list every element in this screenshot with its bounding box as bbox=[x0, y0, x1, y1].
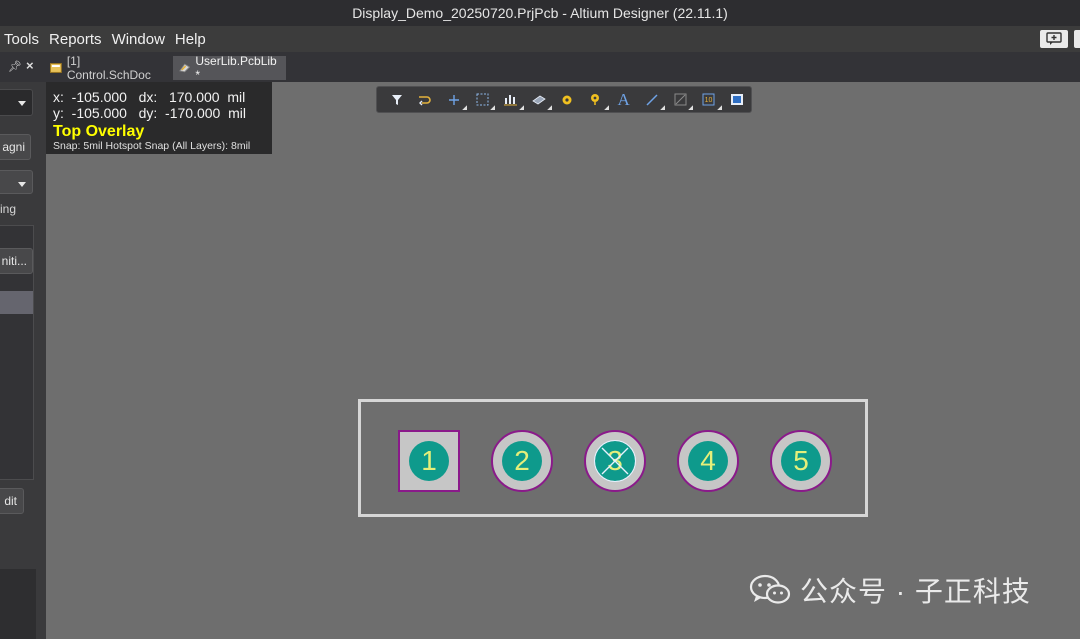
pad-4[interactable]: 4 bbox=[677, 430, 739, 492]
pad-designator: 4 bbox=[700, 445, 716, 476]
menu-reports[interactable]: Reports bbox=[44, 31, 107, 48]
pad-designator: 1 bbox=[421, 445, 437, 476]
dimension-icon bbox=[674, 93, 687, 106]
document-tab-bar: 📌︎ × [1] Control.SchDoc UserLib.PcbLib * bbox=[0, 52, 1080, 82]
region-button[interactable]: 10 bbox=[694, 89, 722, 111]
panel-label: ing bbox=[0, 202, 17, 216]
panel-selected-row[interactable] bbox=[0, 291, 33, 314]
menu-bar: Tools Reports Window Help bbox=[0, 26, 1080, 52]
pad-designator: 2 bbox=[514, 445, 530, 476]
add-button[interactable] bbox=[440, 89, 468, 111]
filter-button[interactable] bbox=[383, 89, 411, 111]
pcb-canvas[interactable] bbox=[46, 82, 1080, 639]
pad-5[interactable]: 5 bbox=[770, 430, 832, 492]
select-rect-button[interactable] bbox=[468, 89, 496, 111]
add-icon bbox=[448, 94, 459, 105]
tab-userlib-pcblib[interactable]: UserLib.PcbLib * bbox=[173, 54, 286, 82]
hud-coord-x: x: -105.000 dx: 170.000 mil bbox=[53, 89, 246, 105]
pad-3[interactable]: 3 bbox=[584, 430, 646, 492]
route-button[interactable] bbox=[411, 89, 439, 111]
tab-label: UserLib.PcbLib * bbox=[195, 54, 277, 82]
panel-bottom-area bbox=[0, 569, 36, 639]
panel-dropdown[interactable] bbox=[0, 89, 33, 116]
via-icon bbox=[562, 95, 572, 104]
pad-1[interactable]: 1 bbox=[398, 430, 460, 492]
via-button[interactable] bbox=[553, 89, 581, 111]
component-button[interactable] bbox=[525, 89, 553, 111]
panel-button-label: agni bbox=[2, 140, 25, 154]
line-icon bbox=[646, 93, 658, 106]
comment-plus-icon bbox=[1046, 32, 1062, 45]
panel-button-magnify[interactable]: agni bbox=[0, 134, 31, 160]
pad-designator: 5 bbox=[793, 445, 809, 476]
watermark: 公众号 · 子正科技 bbox=[748, 570, 1031, 610]
heads-up-display: x: -105.000 dx: 170.000 mil y: -105.000 … bbox=[46, 82, 272, 154]
board-button[interactable] bbox=[723, 89, 751, 111]
close-icon[interactable]: × bbox=[26, 58, 34, 73]
text-icon: A bbox=[617, 89, 630, 109]
pad-button[interactable] bbox=[581, 89, 609, 111]
select-rect-icon bbox=[476, 93, 489, 106]
wechat-icon bbox=[749, 574, 791, 604]
text-button[interactable]: A bbox=[610, 89, 638, 111]
panel-button-edit[interactable]: dit bbox=[0, 488, 24, 514]
left-panel: agni ing niti... dit bbox=[0, 82, 46, 639]
align-icon bbox=[503, 94, 517, 105]
hud-snap-info: Snap: 5mil Hotspot Snap (All Layers): 8m… bbox=[53, 140, 251, 152]
menu-help[interactable]: Help bbox=[170, 31, 211, 48]
window-title-bar: Display_Demo_20250720.PrjPcb - Altium De… bbox=[0, 0, 1080, 26]
board-icon bbox=[730, 94, 743, 105]
snap-cross-icon bbox=[601, 447, 629, 475]
panel-button-definition[interactable]: niti... bbox=[0, 248, 33, 274]
menu-window[interactable]: Window bbox=[107, 31, 170, 48]
route-icon bbox=[419, 95, 432, 105]
menu-tools[interactable]: Tools bbox=[0, 31, 44, 48]
hud-coord-y: y: -105.000 dy: -170.000 mil bbox=[53, 105, 246, 121]
pad-2[interactable]: 2 bbox=[491, 430, 553, 492]
panel-button-label: niti... bbox=[1, 254, 27, 268]
dimension-button[interactable] bbox=[666, 89, 694, 111]
tab-control-schdoc[interactable]: [1] Control.SchDoc bbox=[44, 54, 172, 82]
pcb-library-icon bbox=[179, 63, 191, 73]
align-button[interactable] bbox=[496, 89, 524, 111]
filter-icon bbox=[392, 94, 403, 105]
line-button[interactable] bbox=[638, 89, 666, 111]
pad-icon bbox=[591, 94, 600, 105]
feedback-button[interactable] bbox=[1040, 30, 1068, 48]
component-icon bbox=[531, 95, 546, 104]
active-bar-toolbar: A 10 bbox=[376, 86, 752, 113]
region-icon: 10 bbox=[702, 93, 715, 106]
watermark-text: 公众号 · 子正科技 bbox=[800, 576, 1031, 607]
menu-right-edge[interactable] bbox=[1074, 30, 1080, 48]
pin-icon[interactable]: 📌︎ bbox=[8, 60, 22, 73]
panel-button-label: dit bbox=[4, 494, 17, 508]
svg-text:10: 10 bbox=[705, 97, 713, 104]
schematic-doc-icon bbox=[50, 63, 62, 73]
tab-label: [1] Control.SchDoc bbox=[66, 54, 151, 82]
hud-current-layer: Top Overlay bbox=[53, 123, 145, 140]
panel-mode-dropdown[interactable] bbox=[0, 170, 33, 194]
window-title: Display_Demo_20250720.PrjPcb - Altium De… bbox=[352, 5, 728, 21]
